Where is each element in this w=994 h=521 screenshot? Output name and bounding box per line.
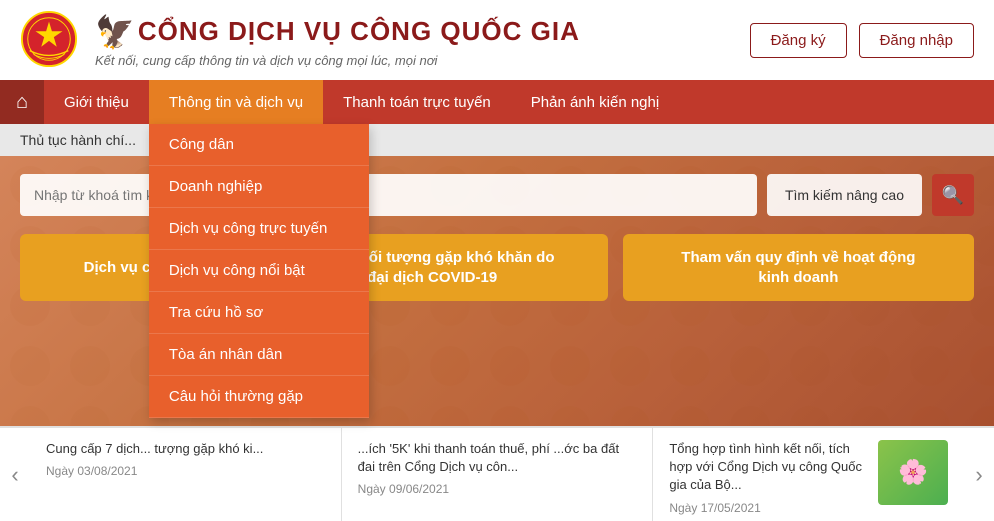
dropdown-item-tra-cuu[interactable]: Tra cứu hồ sơ — [149, 292, 369, 334]
nav-item-thanh-toan[interactable]: Thanh toán trực tuyến — [323, 80, 511, 124]
news-items: Cung cấp 7 dịch... tượng gặp khó ki... N… — [30, 428, 964, 521]
sub-header-text: Thủ tục hành chí... — [20, 132, 136, 148]
news-date-0: Ngày 03/08/2021 — [46, 464, 325, 478]
search-icon: 🔍 — [942, 185, 964, 206]
dropdown-item-dich-vu-cong-truc-tuyen[interactable]: Dịch vụ công trực tuyến — [149, 208, 369, 250]
news-prev-button[interactable]: ‹ — [0, 428, 30, 521]
nav-label-gioi-thieu: Giới thiệu — [64, 94, 129, 111]
home-icon: ⌂ — [16, 91, 28, 114]
nav-item-phan-anh[interactable]: Phản ánh kiến nghị — [511, 80, 679, 124]
news-title-2: Tổng hợp tình hình kết nối, tích hợp với… — [669, 440, 870, 495]
nav-label-phan-anh: Phản ánh kiến nghị — [531, 94, 659, 111]
dropdown-item-toa-an[interactable]: Tòa án nhân dân — [149, 334, 369, 376]
search-input[interactable] — [20, 174, 757, 216]
dropdown-item-cong-dan[interactable]: Công dân — [149, 124, 369, 166]
logo-bird-icon: 🦅 — [95, 13, 136, 51]
nav-home-button[interactable]: ⌂ — [0, 80, 44, 124]
logo-title: 🦅 CỔNG DỊCH VỤ CÔNG QUỐC GIA — [95, 13, 750, 51]
logo-text: 🦅 CỔNG DỊCH VỤ CÔNG QUỐC GIA Kết nối, cu… — [95, 13, 750, 68]
search-advanced-button[interactable]: Tìm kiếm nâng cao — [767, 174, 922, 216]
news-item-1: ...ích '5K' khi thanh toán thuế, phí ...… — [342, 428, 654, 521]
news-next-button[interactable]: › — [964, 428, 994, 521]
login-button[interactable]: Đăng nhập — [859, 23, 974, 58]
logo-title-text: CỔNG DỊCH VỤ CÔNG QUỐC GIA — [138, 16, 580, 47]
logo-emblem — [20, 10, 80, 70]
news-item-2: Tổng hợp tình hình kết nối, tích hợp với… — [653, 428, 964, 521]
nav-item-thong-tin[interactable]: Thông tin và dịch vụ Công dân Doanh nghi… — [149, 80, 323, 124]
nav-label-thanh-toan: Thanh toán trực tuyến — [343, 94, 491, 111]
news-item-0: Cung cấp 7 dịch... tượng gặp khó ki... N… — [30, 428, 342, 521]
dropdown-item-cau-hoi[interactable]: Câu hỏi thường gặp — [149, 376, 369, 418]
register-button[interactable]: Đăng ký — [750, 23, 847, 58]
dropdown-item-dich-vu-cong-noi-bat[interactable]: Dịch vụ công nổi bật — [149, 250, 369, 292]
search-submit-button[interactable]: 🔍 — [932, 174, 974, 216]
logo-subtitle-text: Kết nối, cung cấp thông tin và dịch vụ c… — [95, 53, 750, 68]
header: 🦅 CỔNG DỊCH VỤ CÔNG QUỐC GIA Kết nối, cu… — [0, 0, 994, 80]
news-row: ‹ Cung cấp 7 dịch... tượng gặp khó ki...… — [0, 426, 994, 521]
nav-dropdown: Công dân Doanh nghiệp Dịch vụ công trực … — [149, 124, 369, 418]
nav-label-thong-tin: Thông tin và dịch vụ — [169, 94, 303, 111]
news-title-1: ...ích '5K' khi thanh toán thuế, phí ...… — [358, 440, 637, 476]
news-date-2: Ngày 17/05/2021 — [669, 501, 870, 515]
action-btn-tham-van[interactable]: Tham vấn quy định về hoạt động kinh doan… — [623, 234, 974, 301]
nav-item-gioi-thieu[interactable]: Giới thiệu — [44, 80, 149, 124]
nav-bar: ⌂ Giới thiệu Thông tin và dịch vụ Công d… — [0, 80, 994, 124]
news-date-1: Ngày 09/06/2021 — [358, 482, 637, 496]
header-buttons: Đăng ký Đăng nhập — [750, 23, 974, 58]
news-thumb-2: 🌸 — [878, 440, 948, 505]
action-label-2: Tham vấn quy định về hoạt động kinh doan… — [681, 249, 915, 286]
dropdown-item-doanh-nghiep[interactable]: Doanh nghiệp — [149, 166, 369, 208]
news-title-0: Cung cấp 7 dịch... tượng gặp khó ki... — [46, 440, 325, 458]
